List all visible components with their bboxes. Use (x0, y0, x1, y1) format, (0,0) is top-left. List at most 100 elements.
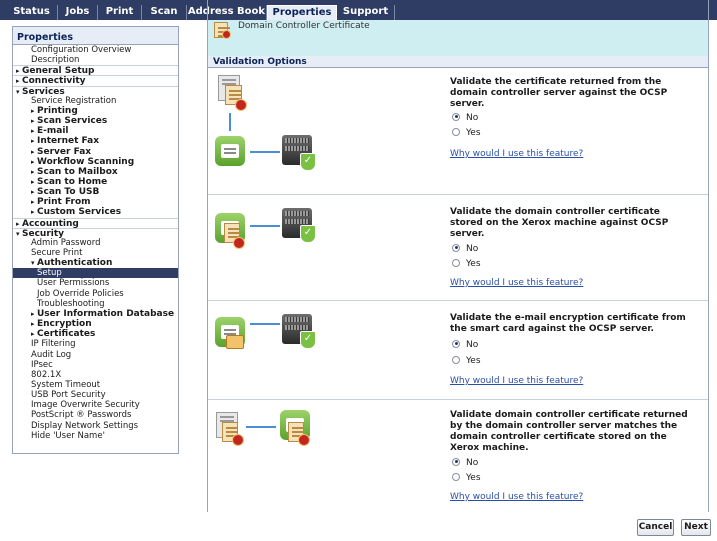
help-link[interactable]: Why would I use this feature? (450, 376, 583, 386)
sidebar-item-label: Custom Services (37, 207, 122, 218)
sidebar-item-setup[interactable]: Setup (13, 268, 178, 279)
sidebar-item-authentication[interactable]: ▾ Authentication (13, 258, 178, 269)
sidebar-item-audit-log[interactable]: Audit Log (13, 350, 178, 360)
sidebar-item-scan-services[interactable]: ▸ Scan Services (13, 116, 178, 127)
arrow-right-icon (246, 426, 276, 428)
sidebar-item-scan-to-mailbox[interactable]: ▸ Scan to Mailbox (13, 166, 178, 177)
radio-yes[interactable]: Yes (452, 127, 481, 139)
tab-status[interactable]: Status (6, 5, 58, 20)
sidebar-item-print-from[interactable]: ▸ Print From (13, 197, 178, 208)
radio-no[interactable]: No (452, 112, 478, 124)
sidebar-item-label: Setup (37, 268, 62, 279)
sidebar-item-scan-to-home[interactable]: ▸ Scan to Home (13, 176, 178, 187)
sidebar-item-custom-services[interactable]: ▸ Custom Services (13, 207, 178, 218)
sidebar-item-service-registration[interactable]: Service Registration (13, 95, 178, 106)
validation-options-heading: Validation Options (208, 56, 708, 68)
sidebar-item-label: Scan Services (37, 116, 108, 127)
sidebar-item-label: Display Network Settings (31, 420, 139, 431)
sidebar-item-description[interactable]: Description (13, 55, 178, 65)
option-question: Validate domain controller certificate r… (450, 410, 688, 453)
sidebar-item-user-information-database[interactable]: ▸ User Information Database (13, 308, 178, 319)
sidebar-item-label: Authentication (37, 258, 113, 269)
sidebar-item-label: USB Port Security (31, 390, 106, 401)
sidebar-item-label: Service Registration (31, 95, 117, 106)
sidebar-item-label: System Timeout (31, 379, 101, 390)
option-question: Validate the e-mail encryption certifica… (450, 313, 686, 334)
sidebar-item-printing[interactable]: ▸ Printing (13, 105, 178, 116)
sidebar-item-internet-fax[interactable]: ▸ Internet Fax (13, 136, 178, 146)
tab-print[interactable]: Print (98, 5, 142, 20)
sidebar-item-label: Troubleshooting (37, 298, 105, 309)
sidebar-item-label: Hide 'User Name' (31, 430, 105, 441)
seal-icon (233, 237, 245, 249)
sidebar-item-label: Scan To USB (37, 187, 100, 198)
sidebar-item-label: Certificates (37, 329, 96, 340)
radio-yes[interactable]: Yes (452, 472, 481, 484)
sidebar-item-e-mail[interactable]: ▸ E-mail (13, 126, 178, 137)
option-question: Validate the domain controller certifica… (450, 207, 669, 239)
sidebar-item-job-override-policies[interactable]: Job Override Policies (13, 288, 178, 299)
sidebar-item-scan-to-usb[interactable]: ▸ Scan To USB (13, 187, 178, 198)
sidebar-item-hide-user-name[interactable]: Hide 'User Name' (13, 430, 178, 441)
tab-scan[interactable]: Scan (142, 5, 187, 20)
radio-yes[interactable]: Yes (452, 258, 481, 270)
tab-jobs[interactable]: Jobs (58, 5, 98, 20)
sidebar-item-troubleshooting[interactable]: Troubleshooting (13, 298, 178, 309)
sidebar-item-server-fax[interactable]: ▸ Server Fax (13, 146, 178, 157)
seal-icon (235, 99, 247, 111)
sidebar-item-ip-filtering[interactable]: IP Filtering (13, 339, 178, 350)
radio-no[interactable]: No (452, 243, 478, 255)
sidebar-item-label: IPsec (31, 359, 53, 370)
sidebar-item-admin-password[interactable]: Admin Password (13, 237, 178, 248)
radio-no[interactable]: No (452, 457, 478, 469)
sidebar-item-secure-print[interactable]: Secure Print (13, 248, 178, 258)
sidebar-item-system-timeout[interactable]: System Timeout (13, 379, 178, 390)
help-link[interactable]: Why would I use this feature? (450, 492, 583, 502)
sidebar-item-label: IP Filtering (31, 339, 76, 350)
arrow-down-icon (229, 113, 231, 131)
sidebar-item-certificates[interactable]: ▸ Certificates (13, 329, 178, 340)
sidebar-item-label: Scan to Home (37, 176, 108, 187)
sidebar-item-user-permissions[interactable]: User Permissions (13, 278, 178, 289)
shield-check-icon: ✓ (300, 331, 316, 349)
sidebar-item-encryption[interactable]: ▸ Encryption (13, 319, 178, 330)
sidebar-item-label: User Information Database (37, 308, 175, 319)
sidebar-item-label: Printing (37, 105, 78, 116)
help-link[interactable]: Why would I use this feature? (450, 278, 583, 288)
sidebar-item-label: Encryption (37, 319, 92, 330)
main-content: Domain Controller Certificate Validation… (207, 0, 709, 512)
radio-no[interactable]: No (452, 339, 478, 351)
validation-option-4: Validate domain controller certificate r… (208, 400, 708, 512)
sidebar-item-label: Scan to Mailbox (37, 166, 118, 177)
certificate-banner: Domain Controller Certificate (208, 20, 708, 57)
sidebar-item-label: 802.1X (31, 369, 62, 380)
validation-option-3: ✓ Validate the e-mail encryption certifi… (208, 301, 708, 400)
arrow-left-icon (250, 323, 280, 325)
sidebar-item-label: E-mail (37, 126, 69, 137)
option-question: Validate the certificate returned from t… (450, 77, 668, 109)
arrow-left-icon (250, 151, 280, 153)
next-button[interactable]: Next (681, 519, 711, 536)
sidebar-item-usb-port-security[interactable]: USB Port Security (13, 390, 178, 401)
sidebar-item-label: Image Overwrite Security (31, 400, 140, 411)
sidebar-item-postscript-passwords[interactable]: PostScript ® Passwords (13, 410, 178, 420)
sidebar-item-label: User Permissions (37, 278, 110, 289)
printer-icon (215, 136, 245, 166)
sidebar-item-label: Server Fax (37, 146, 92, 157)
sidebar-item-label: Print From (37, 197, 91, 208)
sidebar-item-label: Job Override Policies (37, 288, 124, 299)
sidebar-item-image-overwrite-security[interactable]: Image Overwrite Security (13, 400, 178, 411)
sidebar-item-display-network-settings[interactable]: Display Network Settings (13, 420, 178, 431)
help-link[interactable]: Why would I use this feature? (450, 149, 583, 159)
radio-yes[interactable]: Yes (452, 355, 481, 367)
smart-card-icon (226, 335, 244, 349)
sidebar-item-ipsec[interactable]: IPsec (13, 359, 178, 370)
sidebar-item-label: Configuration Overview (31, 45, 132, 55)
seal-icon (298, 434, 310, 446)
sidebar-item-label: Admin Password (31, 237, 101, 248)
sidebar-item-workflow-scanning[interactable]: ▸ Workflow Scanning (13, 157, 178, 167)
sidebar-item-802-1x[interactable]: 802.1X (13, 369, 178, 380)
cancel-button[interactable]: Cancel (637, 519, 674, 536)
validation-option-2: ✓ Validate the domain controller certifi… (208, 195, 708, 301)
sidebar-item-configuration-overview[interactable]: Configuration Overview (13, 45, 178, 55)
